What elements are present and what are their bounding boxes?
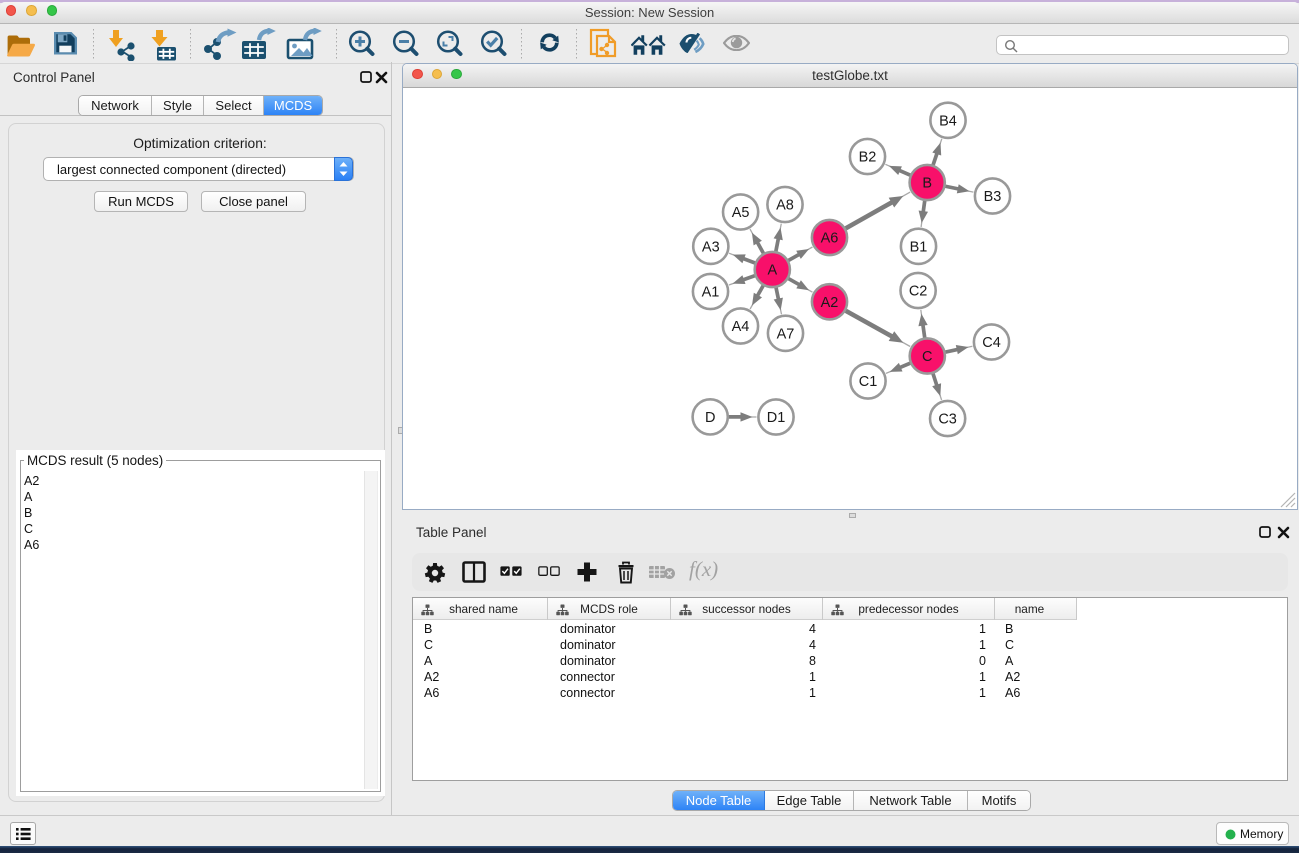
svg-text:B2: B2 xyxy=(859,150,877,166)
svg-text:D1: D1 xyxy=(767,410,786,426)
svg-text:A6: A6 xyxy=(821,231,839,247)
svg-text:A7: A7 xyxy=(777,326,795,342)
svg-text:C3: C3 xyxy=(938,412,957,428)
svg-text:B: B xyxy=(922,176,932,192)
svg-text:A5: A5 xyxy=(732,205,750,221)
svg-text:C: C xyxy=(922,349,932,365)
svg-text:A: A xyxy=(767,263,777,279)
svg-text:C1: C1 xyxy=(859,374,878,390)
svg-text:A1: A1 xyxy=(702,285,720,301)
svg-text:A4: A4 xyxy=(732,319,750,335)
svg-text:B3: B3 xyxy=(984,189,1002,205)
svg-text:A3: A3 xyxy=(702,239,720,255)
svg-text:A2: A2 xyxy=(821,295,839,311)
svg-text:D: D xyxy=(705,410,715,426)
svg-text:A8: A8 xyxy=(776,198,794,214)
svg-text:C4: C4 xyxy=(982,335,1001,351)
svg-text:B4: B4 xyxy=(939,113,957,129)
svg-text:C2: C2 xyxy=(909,284,928,300)
svg-text:B1: B1 xyxy=(910,239,928,255)
